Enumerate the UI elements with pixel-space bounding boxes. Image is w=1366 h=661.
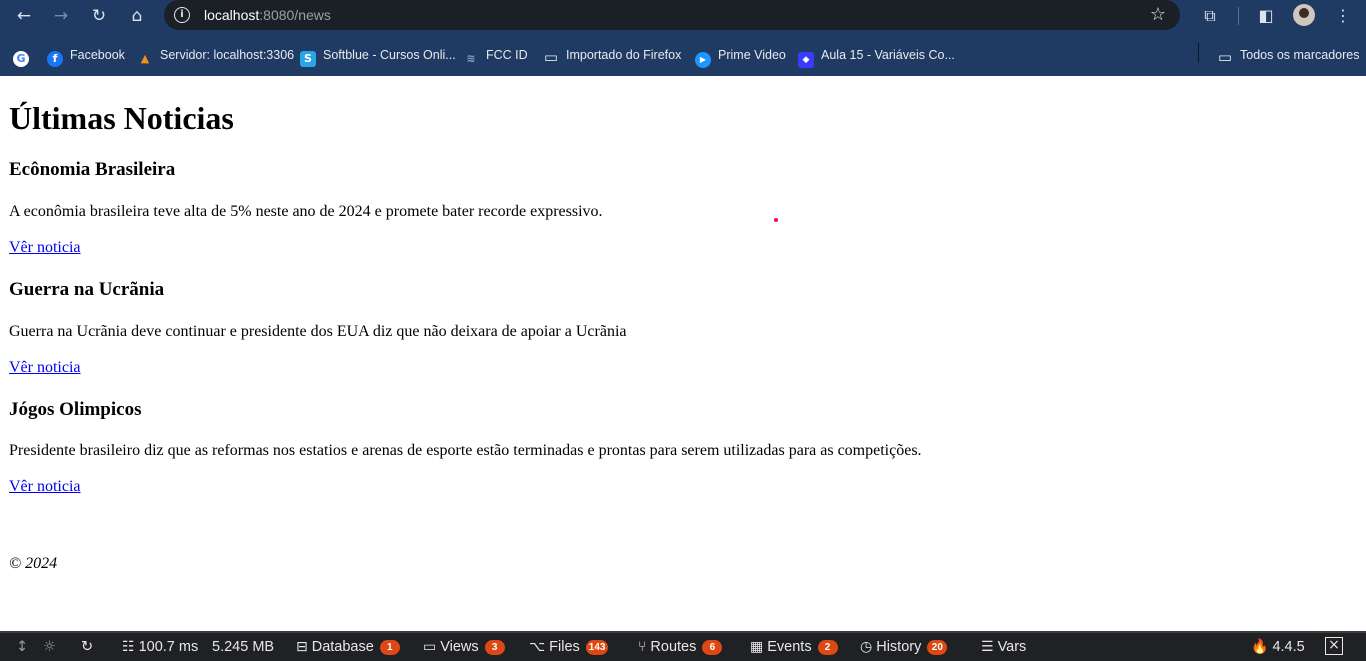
- debug-tab-files[interactable]: ⌥ Files 143: [529, 633, 609, 661]
- reload-icon[interactable]: ↻: [87, 4, 111, 28]
- view-news-link[interactable]: Vêr noticia: [9, 358, 81, 378]
- refresh-icon[interactable]: ↻: [81, 633, 93, 661]
- footer-copyright: © 2024: [9, 555, 58, 572]
- bookmark-label: Aula 15 - Variáveis Co...: [821, 48, 955, 62]
- view-news-link[interactable]: Vêr noticia: [9, 477, 81, 497]
- bookmark-label: Todos os marcadores: [1240, 48, 1360, 62]
- bookmark-prime-video[interactable]: ▶ Prime Video: [695, 46, 786, 68]
- aula-icon: ◆: [798, 52, 814, 68]
- debug-version[interactable]: 🔥 4.4.5: [1251, 633, 1305, 661]
- google-icon: G: [13, 51, 29, 67]
- bookmark-label: Softblue - Cursos Onli...: [323, 48, 456, 62]
- debug-tab-routes[interactable]: ⑂ Routes 6: [638, 633, 723, 661]
- bookmark-label: Facebook: [70, 48, 125, 62]
- side-panel-icon[interactable]: ◧: [1254, 4, 1278, 28]
- bookmark-label: Prime Video: [718, 48, 786, 62]
- bookmark-softblue[interactable]: S Softblue - Cursos Onli...: [300, 46, 456, 67]
- timeline-icon: ☷: [122, 639, 135, 655]
- article-body: Guerra na Ucrãnia deve continuar e presi…: [9, 323, 627, 340]
- article-body: A econômia brasileira teve alta de 5% ne…: [9, 203, 603, 220]
- history-icon: ◷: [860, 639, 873, 655]
- back-icon[interactable]: ←: [12, 4, 36, 28]
- address-bar[interactable]: i localhost:8080/news ☆: [164, 0, 1180, 30]
- count-badge: 1: [379, 640, 400, 655]
- folder-icon: ▭: [543, 48, 559, 66]
- tab-label: Files: [549, 639, 580, 655]
- count-badge: 143: [585, 640, 609, 655]
- browser-toolbar: ← → ↻ ⌂ i localhost:8080/news ☆ ⧉ ◧ ⋮: [0, 0, 1366, 32]
- debug-tab-history[interactable]: ◷ History 20: [860, 633, 948, 661]
- facebook-icon: f: [47, 51, 63, 67]
- toolbar-divider: [1238, 7, 1239, 25]
- url-host: localhost: [204, 7, 260, 23]
- drag-handle-icon[interactable]: ↕: [16, 633, 28, 661]
- bookmark-folder-firefox[interactable]: ▭ Importado do Firefox: [543, 46, 682, 66]
- codeigniter-flame-icon: 🔥: [1251, 639, 1269, 655]
- site-info-icon[interactable]: i: [174, 7, 190, 23]
- article-title: Ecônomia Brasileira: [9, 159, 176, 180]
- debug-memory: 5.245 MB: [212, 639, 275, 655]
- article-title: Jógos Olimpicos: [9, 399, 142, 420]
- files-icon: ⌥: [529, 639, 546, 655]
- folder-icon: ▭: [1217, 48, 1233, 66]
- count-badge: 20: [927, 640, 948, 655]
- debug-tab-database[interactable]: ⊟ Database 1: [296, 633, 400, 661]
- home-icon[interactable]: ⌂: [125, 4, 149, 28]
- close-debugbar-icon[interactable]: ×: [1325, 637, 1343, 655]
- bookmark-star-icon[interactable]: ☆: [1150, 3, 1166, 27]
- tab-label: Database: [311, 639, 374, 655]
- debug-timing[interactable]: ☷ 100.7 ms: [122, 633, 198, 661]
- version-label: 4.4.5: [1272, 639, 1305, 655]
- article-body: Presidente brasileiro diz que as reforma…: [9, 442, 922, 459]
- tab-label: Routes: [650, 639, 697, 655]
- views-icon: ▭: [423, 639, 437, 655]
- routes-icon: ⑂: [638, 639, 647, 655]
- bookmarks-bar: G f Facebook ▲ Servidor: localhost:3306 SS…: [0, 32, 1366, 76]
- timing-value: 100.7 ms: [138, 639, 199, 655]
- softblue-icon: S: [300, 51, 316, 67]
- bookmark-label: FCC ID: [486, 48, 528, 62]
- view-news-link[interactable]: Vêr noticia: [9, 238, 81, 258]
- tab-label: Vars: [997, 639, 1027, 655]
- bookmark-aula15[interactable]: ◆ Aula 15 - Variáveis Co...: [798, 46, 955, 68]
- cursor-dot: [774, 218, 778, 222]
- article-title: Guerra na Ucrãnia: [9, 279, 165, 300]
- forward-icon[interactable]: →: [49, 4, 73, 28]
- count-badge: 2: [817, 640, 838, 655]
- page-title: Últimas Noticias: [9, 100, 234, 136]
- bookmark-google[interactable]: G: [13, 46, 36, 67]
- bookmark-label: Importado do Firefox: [566, 48, 682, 62]
- count-badge: 3: [484, 640, 505, 655]
- bookmark-all-bookmarks[interactable]: ▭ Todos os marcadores: [1217, 46, 1360, 66]
- events-icon: ▦: [750, 639, 764, 655]
- profile-avatar[interactable]: [1293, 4, 1315, 26]
- prime-video-icon: ▶: [695, 52, 711, 68]
- extensions-icon[interactable]: ⧉: [1198, 4, 1222, 28]
- debug-toolbar: ↕ ☼ ↻ ☷ 100.7 ms 5.245 MB ⊟ Database 1 ▭ Vie…: [0, 631, 1366, 661]
- tab-label: Views: [440, 639, 479, 655]
- bookmark-servidor[interactable]: ▲ Servidor: localhost:3306: [137, 46, 295, 65]
- fccid-icon: ≋: [466, 52, 476, 65]
- bookmark-facebook[interactable]: f Facebook: [47, 46, 125, 67]
- url-text[interactable]: localhost:8080/news: [204, 6, 331, 24]
- tab-label: Events: [767, 639, 812, 655]
- debug-tab-views[interactable]: ▭ Views 3: [423, 633, 505, 661]
- url-path: :8080/news: [259, 7, 331, 23]
- bookmarks-divider: [1198, 43, 1199, 63]
- bookmark-label: Servidor: localhost:3306: [160, 48, 295, 62]
- theme-toggle-icon[interactable]: ☼: [43, 633, 56, 661]
- vars-icon: ☰: [981, 639, 994, 655]
- database-icon: ⊟: [296, 639, 308, 655]
- count-badge: 6: [702, 640, 723, 655]
- menu-icon[interactable]: ⋮: [1331, 4, 1355, 28]
- phpmyadmin-icon: ▲: [140, 52, 150, 65]
- tab-label: History: [876, 639, 922, 655]
- bookmark-fccid[interactable]: ≋ FCC ID: [463, 46, 528, 65]
- debug-tab-vars[interactable]: ☰ Vars: [981, 633, 1026, 661]
- debug-tab-events[interactable]: ▦ Events 2: [750, 633, 838, 661]
